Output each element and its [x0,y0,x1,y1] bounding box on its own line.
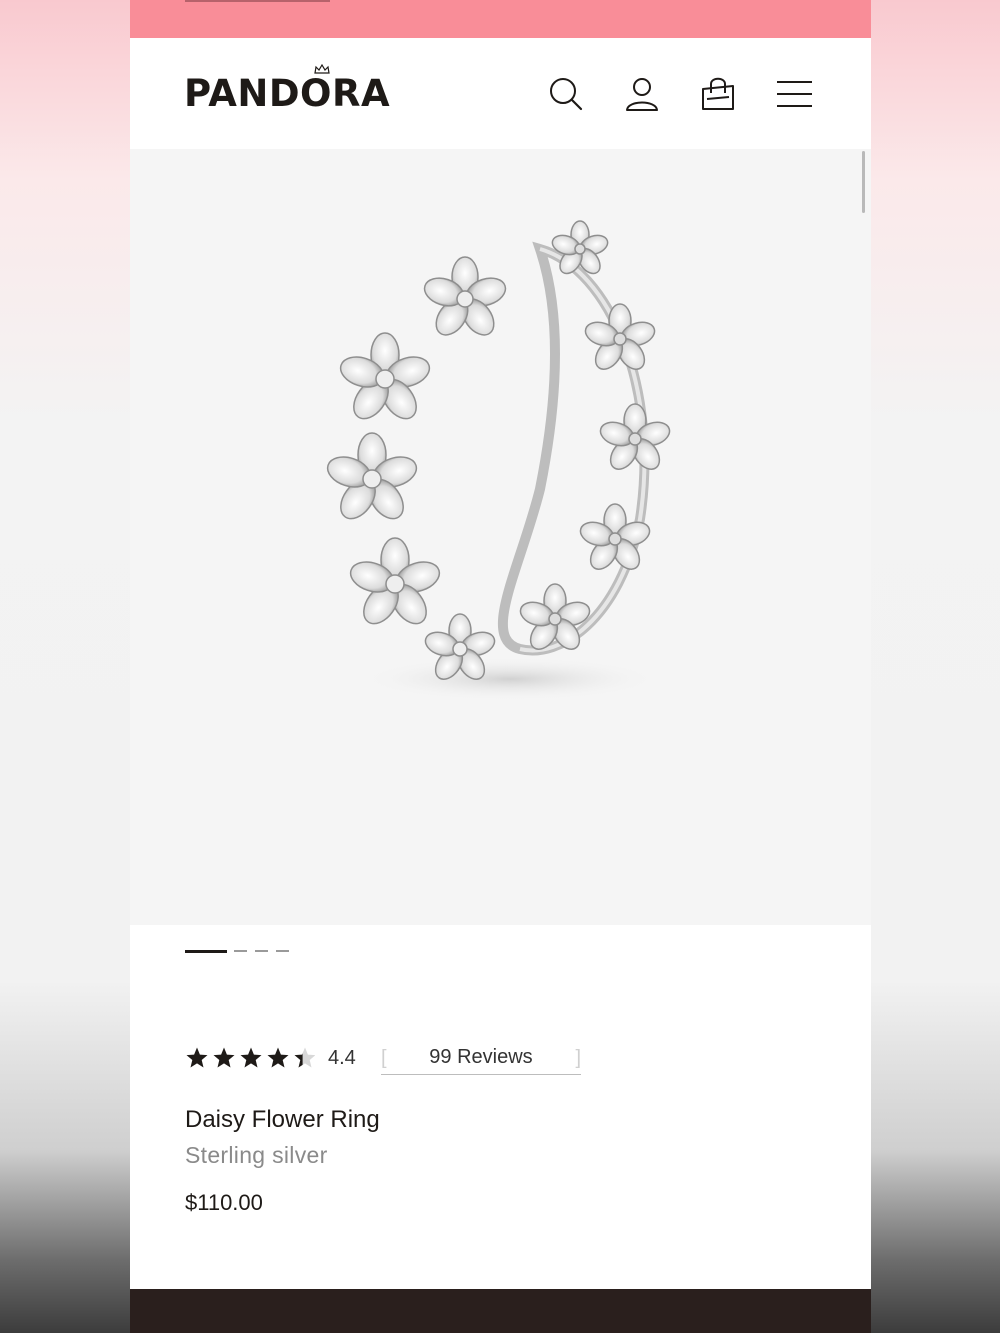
bracket-right: ] [575,1047,581,1069]
star-5 [294,1047,315,1068]
star-4 [267,1047,289,1068]
product-price: $110.00 [185,1190,263,1215]
shopping-bag-icon[interactable] [698,74,738,114]
daisy-ring-image [326,220,671,701]
background-left [0,0,130,1333]
carousel-dot-1[interactable] [185,950,227,953]
scrollbar-thumb[interactable] [862,151,865,213]
crown-icon [314,64,330,74]
reviews-link[interactable]: [ 99 Reviews ] [381,1044,581,1075]
star-1 [186,1047,208,1068]
promo-banner[interactable] [130,0,871,38]
search-icon[interactable] [546,74,586,114]
bracket-left: [ [381,1047,387,1069]
footer-bar [130,1289,871,1333]
menu-icon[interactable] [774,74,814,114]
rating-row: 4.4 [ 99 Reviews ] [185,1044,585,1076]
product-material: Sterling silver [185,1142,328,1168]
site-header: PANDORA [130,38,871,149]
carousel-indicators [185,950,305,954]
star-rating [186,1047,315,1068]
reviews-count: 99 Reviews [429,1046,533,1068]
star-2 [213,1047,235,1068]
account-icon[interactable] [622,74,662,114]
logo-text: PANDORA [184,72,391,115]
product-title: Daisy Flower Ring [185,1106,380,1133]
carousel-dot-2[interactable] [234,950,247,952]
pandora-logo[interactable]: PANDORA [184,64,404,115]
product-page: PANDORA 4.4 [99 Reviews] Daisy Flower … [130,0,871,1333]
promo-link-underline [185,0,330,2]
background-right [871,0,1000,1333]
star-3 [240,1047,262,1068]
product-image[interactable] [130,149,871,925]
rating-value: 4.4 [328,1047,356,1069]
carousel-dot-3[interactable] [255,950,268,952]
carousel-dot-4[interactable] [276,950,289,952]
